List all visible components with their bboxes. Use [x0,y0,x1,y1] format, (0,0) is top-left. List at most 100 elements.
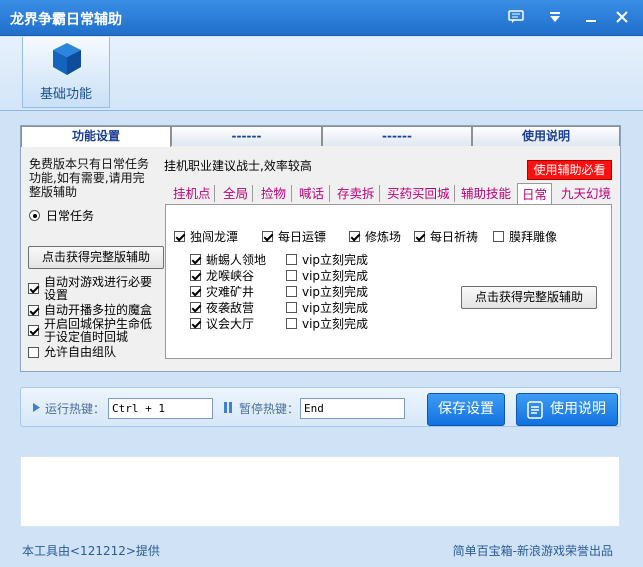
check-training-ground[interactable]: 修炼场 [349,231,401,244]
check-vip-council[interactable]: vip立刻完成 [286,318,368,331]
pause-hotkey-label: 暂停热键： [239,402,300,416]
radio-selected-icon[interactable] [29,210,40,221]
get-full-version-button-left[interactable]: 点击获得完整版辅助 [28,246,164,269]
tab-function-settings[interactable]: 功能设置 [21,126,171,147]
save-settings-button[interactable]: 保存设置 [427,393,505,426]
checkbox-icon[interactable] [174,231,185,242]
subtab-shout[interactable]: 喊话 [299,183,324,204]
subtab-store-sell[interactable]: 存卖拆 [337,183,375,204]
subtab-divider [252,185,253,202]
subtab-buy-potion[interactable]: 买药买回城 [387,183,450,204]
checkbox-icon[interactable] [28,305,39,316]
subtab-hang-point[interactable]: 挂机点 [173,183,211,204]
return-protect-label: 开启回城保护生命低于设定值时回城 [44,317,153,344]
checkbox-icon[interactable] [286,270,297,281]
subtab-pickup[interactable]: 捡物 [261,183,286,204]
vip-complete-label: vip立刻完成 [302,301,369,315]
window-title: 龙界争霸日常辅助 [10,12,122,28]
subtab-daily[interactable]: 日常 [517,183,553,204]
base-function-button[interactable]: 基础功能 [22,37,110,108]
settings-panel: 功能设置 ------ ------ 使用说明 免费版本只有日常任务功能,如有需… [20,125,621,372]
check-council-hall[interactable]: 议会大厅 [190,318,254,331]
disaster-mine-label: 灾难矿井 [206,285,255,299]
auto-setup-label: 自动对游戏进行必要设置 [44,275,153,302]
open-box-checkbox[interactable]: 自动开播多拉的魔盒 [28,304,152,317]
footer-publisher[interactable]: 简单百宝箱-新浪游戏荣誉出品 [453,542,613,559]
return-protect-checkbox[interactable]: 开启回城保护生命低于设定值时回城 [28,318,160,344]
run-hotkey-input[interactable]: Ctrl + 1 [108,398,213,419]
check-daily-prayer[interactable]: 每日祈祷 [414,231,478,244]
play-icon [33,403,40,412]
usage-guide-label: 使用说明 [550,401,606,417]
dragon-lair-label: 独闯龙潭 [190,230,239,244]
council-hall-label: 议会大厅 [206,317,255,331]
checkbox-icon[interactable] [190,254,201,265]
lizard-territory-label: 蜥蜴人领地 [206,253,267,267]
check-vip-lizard[interactable]: vip立刻完成 [286,254,368,267]
free-team-label: 允许自由组队 [44,345,117,359]
checkbox-icon[interactable] [262,231,273,242]
subtab-nine-heavens[interactable]: 九天幻境 [561,183,611,204]
subtab-divider [214,185,215,202]
run-hotkey-label: 运行热键： [45,402,106,416]
checkbox-icon[interactable] [190,318,201,329]
free-team-checkbox[interactable]: 允许自由组队 [28,346,116,359]
checkbox-icon[interactable] [28,347,39,358]
get-full-version-button-right[interactable]: 点击获得完整版辅助 [461,286,597,309]
checkbox-icon[interactable] [414,231,425,242]
check-vip-mine[interactable]: vip立刻完成 [286,286,368,299]
vip-complete-label: vip立刻完成 [302,253,369,267]
check-daily-escort[interactable]: 每日运镖 [262,231,326,244]
subtab-divider [379,185,380,202]
checkbox-icon[interactable] [190,286,201,297]
subtab-global[interactable]: 全局 [223,183,248,204]
pause-hotkey-input[interactable]: End [300,398,405,419]
checkbox-icon[interactable] [190,302,201,313]
checkbox-icon[interactable] [493,231,504,242]
vip-complete-label: vip立刻完成 [302,269,369,283]
checkbox-icon[interactable] [28,325,39,336]
check-vip-raid[interactable]: vip立刻完成 [286,302,368,315]
checkbox-icon[interactable] [28,283,39,294]
daily-tab-content: 独闯龙潭 每日运镖 修炼场 每日祈祷 膜拜雕像 蜥蜴人领地 龙喉峡谷 灾难矿井 … [165,204,612,359]
log-area [20,456,620,527]
tab-placeholder-2[interactable]: ------ [322,126,472,146]
checkbox-icon[interactable] [190,270,201,281]
check-night-raid[interactable]: 夜袭敌营 [190,302,254,315]
daily-escort-label: 每日运镖 [278,230,327,244]
dragon-gorge-label: 龙喉峡谷 [206,269,255,283]
check-dragon-lair[interactable]: 独闯龙潭 [174,231,238,244]
daily-task-radio[interactable]: 日常任务 [29,208,94,224]
cube-icon [53,43,81,75]
base-function-label: 基础功能 [39,87,92,102]
check-lizard-territory[interactable]: 蜥蜴人领地 [190,254,266,267]
must-read-button[interactable]: 使用辅助必看 [527,160,612,180]
worship-statue-label: 膜拜雕像 [509,230,558,244]
title-bar[interactable]: 龙界争霸日常辅助 [0,0,643,36]
subtab-divider [329,185,330,202]
check-dragon-gorge[interactable]: 龙喉峡谷 [190,270,254,283]
check-disaster-mine[interactable]: 灾难矿井 [190,286,254,299]
checkbox-icon[interactable] [286,286,297,297]
auto-setup-checkbox[interactable]: 自动对游戏进行必要设置 [28,276,158,302]
usage-guide-button[interactable]: 使用说明 [516,393,618,426]
minimize-icon[interactable] [581,9,601,27]
checkbox-icon[interactable] [286,302,297,313]
vip-complete-label: vip立刻完成 [302,317,369,331]
pause-icon [224,402,232,413]
training-ground-label: 修炼场 [365,230,402,244]
tab-bar: 功能设置 ------ ------ 使用说明 [21,126,620,147]
document-icon [527,401,543,419]
check-worship-statue[interactable]: 膜拜雕像 [493,231,557,244]
check-vip-gorge[interactable]: vip立刻完成 [286,270,368,283]
tab-placeholder-1[interactable]: ------ [171,126,322,146]
checkbox-icon[interactable] [286,254,297,265]
hotkey-bar: 运行热键： Ctrl + 1 暂停热键： End 保存设置 使用说明 [20,387,621,427]
message-icon[interactable] [506,9,526,27]
menu-dropdown-icon[interactable] [545,9,565,27]
tab-usage-guide[interactable]: 使用说明 [472,126,620,146]
close-icon[interactable] [612,9,632,27]
subtab-assist-skill[interactable]: 辅助技能 [461,183,511,204]
checkbox-icon[interactable] [286,318,297,329]
checkbox-icon[interactable] [349,231,360,242]
